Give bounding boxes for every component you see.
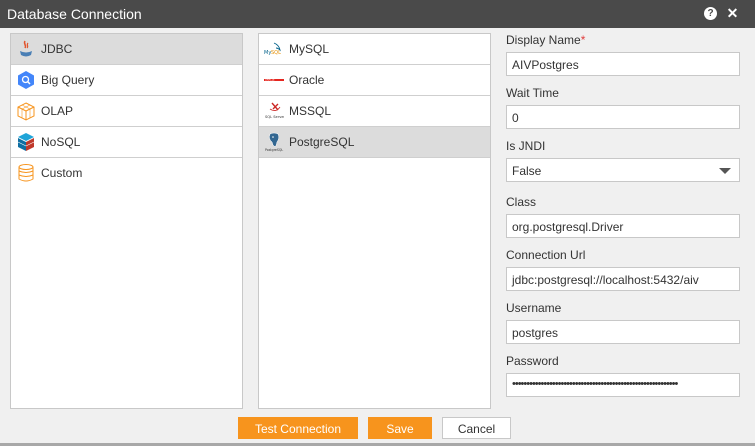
- connection-url-field[interactable]: jdbc:postgresql://localhost:5432/aiv: [506, 267, 740, 291]
- class-label: Class: [506, 195, 537, 209]
- is-jndi-select[interactable]: False: [506, 158, 740, 182]
- close-icon[interactable]: ✕: [726, 6, 739, 20]
- class-field[interactable]: org.postgresql.Driver: [506, 214, 740, 238]
- svg-text:PostgreSQL: PostgreSQL: [265, 148, 283, 152]
- password-field[interactable]: ••••••••••••••••••••••••••••••••••••••••…: [506, 373, 740, 397]
- test-connection-button[interactable]: Test Connection: [238, 417, 358, 439]
- svg-text:SQL Server: SQL Server: [265, 115, 284, 119]
- category-item-bigquery[interactable]: Big Query: [11, 65, 242, 96]
- oracle-logo-icon: ORACLE: [264, 79, 284, 82]
- category-item-jdbc[interactable]: JDBC: [11, 34, 242, 65]
- category-list: JDBC Big Query OLAP NoSQL Custom: [10, 33, 243, 409]
- chevron-down-icon[interactable]: [719, 168, 731, 174]
- wait-time-label: Wait Time: [506, 86, 559, 100]
- is-jndi-value: False: [512, 164, 542, 178]
- connection-url-label: Connection Url: [506, 248, 586, 262]
- category-label: Big Query: [41, 73, 95, 87]
- help-icon[interactable]: ?: [704, 7, 717, 20]
- category-label: OLAP: [41, 104, 74, 118]
- required-marker: *: [580, 33, 586, 47]
- dialog-title: Database Connection: [7, 6, 142, 22]
- category-item-nosql[interactable]: NoSQL: [11, 127, 242, 158]
- display-name-label: Display Name*: [506, 33, 586, 47]
- save-button[interactable]: Save: [368, 417, 432, 439]
- cancel-button[interactable]: Cancel: [442, 417, 511, 439]
- driver-label: PostgreSQL: [289, 135, 355, 149]
- username-label: Username: [506, 301, 562, 315]
- mssql-logo-icon: SQL Server: [265, 102, 284, 119]
- username-field[interactable]: postgres: [506, 320, 740, 344]
- postgresql-logo-icon: PostgreSQL: [265, 132, 283, 152]
- driver-item-oracle[interactable]: ORACLE Oracle: [259, 65, 490, 96]
- wait-time-field[interactable]: 0: [506, 105, 740, 129]
- driver-label: Oracle: [289, 73, 325, 87]
- svg-text:SQL: SQL: [271, 50, 281, 56]
- driver-item-postgresql[interactable]: PostgreSQL PostgreSQL: [259, 127, 490, 158]
- category-label: NoSQL: [41, 135, 81, 149]
- driver-label: MySQL: [289, 42, 330, 56]
- driver-label: MSSQL: [289, 104, 332, 118]
- category-item-custom[interactable]: Custom: [11, 158, 242, 189]
- category-label: JDBC: [41, 42, 73, 56]
- is-jndi-label: Is JNDI: [506, 139, 546, 153]
- database-icon: [18, 164, 34, 182]
- bigquery-icon: [18, 71, 34, 89]
- dialog-titlebar: Database Connection ? ✕: [0, 0, 755, 28]
- category-item-olap[interactable]: OLAP: [11, 96, 242, 127]
- olap-cube-icon: [17, 102, 35, 121]
- svg-text:ORACLE: ORACLE: [265, 79, 275, 82]
- mysql-logo-icon: My SQL: [264, 42, 281, 56]
- jdbc-icon: [20, 40, 32, 57]
- driver-list: My SQL MySQL ORACLE Oracle SQL Server MS…: [258, 33, 491, 409]
- display-name-field[interactable]: AIVPostgres: [506, 52, 740, 76]
- driver-item-mysql[interactable]: My SQL MySQL: [259, 34, 490, 65]
- driver-item-mssql[interactable]: SQL Server MSSQL: [259, 96, 490, 127]
- password-label: Password: [506, 354, 559, 368]
- category-label: Custom: [41, 166, 83, 180]
- nosql-icon: [17, 133, 35, 151]
